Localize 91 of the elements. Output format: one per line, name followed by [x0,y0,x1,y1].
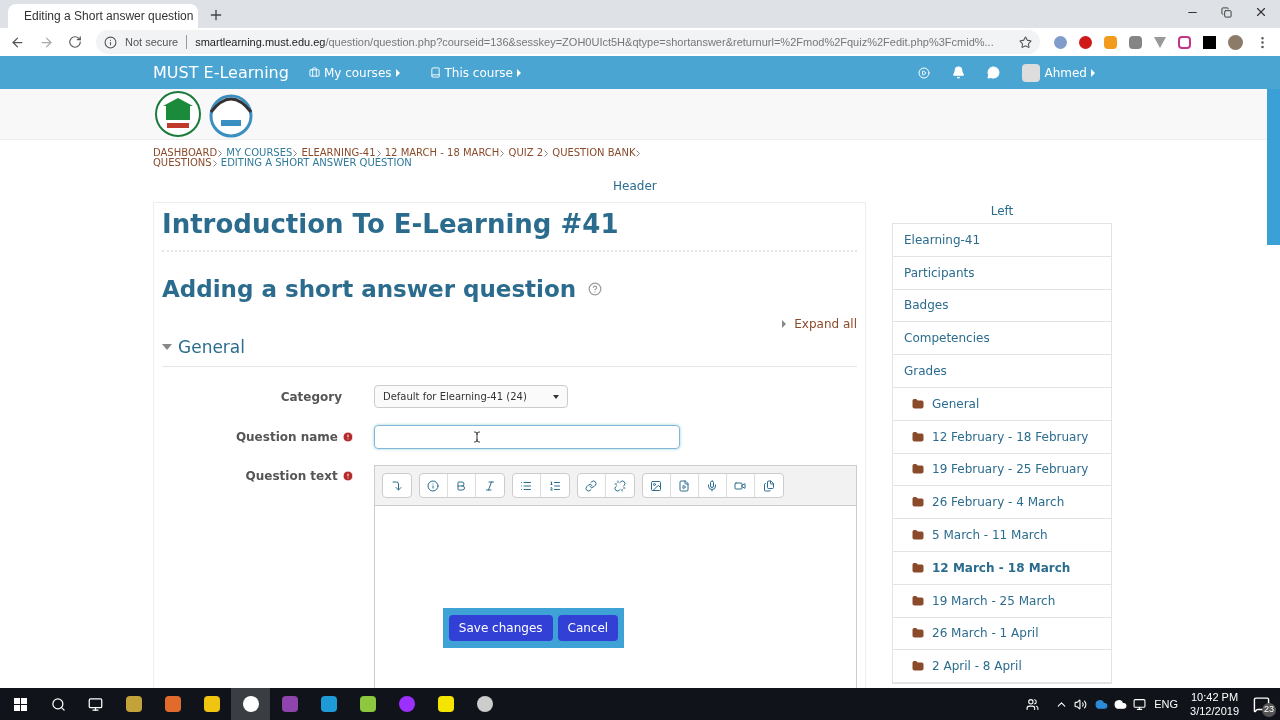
folder-icon [912,529,924,542]
action-button[interactable]: Save changes [448,615,553,641]
app-icon[interactable] [242,696,259,712]
sidebar-item[interactable]: 12 February - 18 February [893,420,1111,454]
volume-icon[interactable] [1074,697,1088,711]
action-button[interactable]: Cancel [557,615,619,641]
folder-icon [912,627,924,640]
help-icon[interactable] [588,282,603,297]
field-label: Question text [245,468,338,485]
folder-icon [912,397,924,410]
reload-icon[interactable] [68,35,82,49]
app-icon[interactable] [320,696,337,712]
region-label: Left [989,203,1015,220]
caret-icon [162,344,172,351]
notifications-icon[interactable] [952,66,966,79]
sidebar-item[interactable]: Participants [893,256,1111,290]
app-icon[interactable] [476,696,493,712]
sidebar-item[interactable]: 19 February - 25 February [893,453,1111,487]
page-heading: Adding a short answer question [162,275,577,304]
sidebar-item[interactable]: 26 March - 1 April [893,617,1111,651]
folder-icon [912,594,924,607]
folder-icon [912,660,924,673]
app-icon[interactable] [359,696,376,712]
notification-count: 23 [1262,703,1276,717]
course-title: Introduction To E-Learning #41 [162,205,857,252]
text-cursor-icon [471,431,483,443]
sidebar-item[interactable]: 2 April - 8 April [893,650,1111,684]
new-tab-icon[interactable] [208,7,224,23]
app-icon[interactable] [437,696,454,712]
section-toggle[interactable]: General [162,334,245,360]
sidebar-item[interactable]: General [893,388,1111,421]
address-bar[interactable]: Not secure smartlearning.must.edu.eg/question/question.php?courseid=136&sesskey=ZOH0UIct5H&qtype=shortanswer&returnurl=%2Fmod%2Fquiz%2Fedit.php%3Fcmid%... [96,30,1040,54]
sidebar-item[interactable]: Elearning-41 [893,224,1111,257]
field-label: Question name [235,429,338,446]
breadcrumb-link[interactable]: DASHBOARD [153,147,218,158]
url-text: smartlearning.must.edu.eg/question/question.php?courseid=136&sesskey=ZOH0UIct5H&qtype=shortanswer&returnurl=%2Fmod%2Fquiz%2Fedit.php%3Fcmid%... [195,34,994,50]
sidebar-item[interactable]: 12 March - 18 March [893,551,1111,585]
folder-icon [912,496,924,509]
info-icon [104,35,117,49]
breadcrumb-link[interactable]: MY COURSES [226,147,293,158]
separator-icon [376,149,381,157]
app-icon[interactable] [125,696,142,712]
folder-icon [912,430,924,443]
browser-tab[interactable]: Editing a Short answer question [8,4,198,28]
sidebar-item[interactable]: Grades [893,355,1111,388]
separator-icon [544,149,549,157]
people-icon[interactable] [1026,697,1040,711]
restore-icon[interactable] [1221,6,1232,18]
app-icon[interactable] [203,696,220,712]
field-label: Category [279,388,343,406]
folder-icon [912,463,924,476]
scrollbar-thumb[interactable] [1267,89,1280,245]
clock[interactable]: 10:42 PM 3/12/2019 [1190,690,1239,718]
security-label: Not secure [125,34,179,50]
breadcrumb-link[interactable]: 12 MARCH - 18 MARCH [384,147,500,158]
avatar-icon [1022,63,1041,82]
sidebar-item[interactable]: 19 March - 25 March [893,584,1111,618]
separator-icon [500,149,505,157]
caret-icon [395,68,400,77]
tab-title: Editing a Short answer question [24,8,194,25]
breadcrumb-link[interactable]: EDITING A SHORT ANSWER QUESTION [220,157,412,168]
sidebar-item[interactable]: Competencies [893,322,1111,356]
menu-item-icon [308,67,320,78]
sidebar-item[interactable]: 26 February - 4 March [893,486,1111,520]
folder-icon [912,561,924,574]
close-icon[interactable] [1254,5,1268,19]
breadcrumb-link[interactable]: QUESTIONS [153,157,212,168]
cloud-icon[interactable] [1114,697,1128,711]
caret-icon [552,394,559,399]
region-label: Header [613,178,657,195]
task-view-icon[interactable] [88,696,103,712]
breadcrumb-link[interactable]: QUIZ 2 [508,147,544,158]
separator-icon [636,149,641,157]
separator-icon [293,149,298,157]
search-icon[interactable] [51,696,66,712]
back-icon[interactable] [10,34,25,50]
caret-icon [1091,68,1095,77]
expand-all-link[interactable]: Expand all [782,314,857,333]
network-icon[interactable] [1133,697,1147,711]
sidebar-item[interactable]: Badges [893,289,1111,323]
menu-item-icon [429,67,441,78]
sidebar-item[interactable]: 5 March - 11 March [893,519,1111,552]
breadcrumb-link[interactable]: ELEARNING-41 [301,147,376,158]
messages-icon[interactable] [987,66,1001,79]
profile-avatar[interactable] [1228,34,1243,50]
caret-icon [782,319,787,328]
bookmark-star-icon[interactable] [1019,35,1032,49]
language-indicator[interactable]: ENG [1154,695,1179,713]
category-select[interactable]: Default for Elearning-41 (24) [374,385,568,408]
caret-icon [516,68,521,77]
breadcrumb-link[interactable]: QUESTION BANK [552,147,636,158]
